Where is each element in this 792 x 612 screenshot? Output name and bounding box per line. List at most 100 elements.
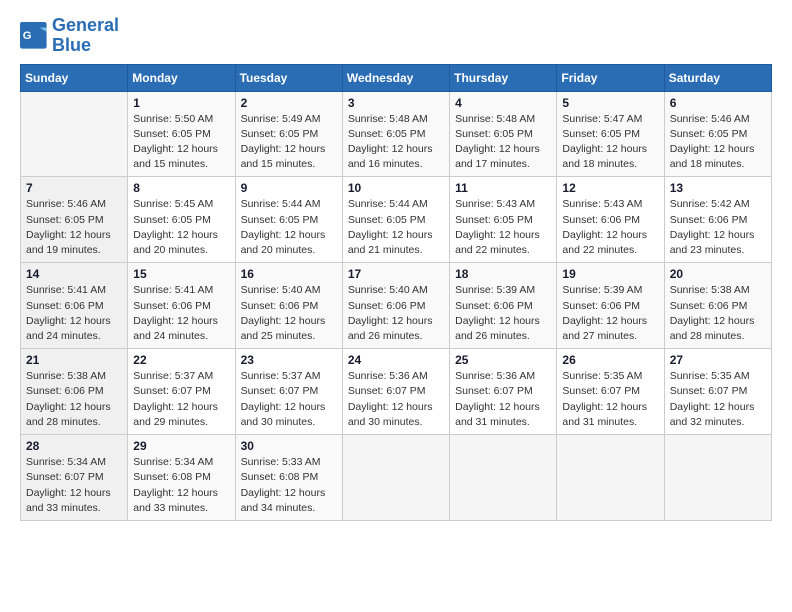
day-cell: 27 Sunrise: 5:35 AM Sunset: 6:07 PM Dayli…: [664, 349, 771, 435]
calendar-body: 1 Sunrise: 5:50 AM Sunset: 6:05 PM Daylig…: [21, 91, 772, 520]
day-cell: 19 Sunrise: 5:39 AM Sunset: 6:06 PM Dayli…: [557, 263, 664, 349]
day-detail: Sunrise: 5:43 AM Sunset: 6:05 PM Dayligh…: [455, 197, 551, 258]
day-detail: Sunrise: 5:36 AM Sunset: 6:07 PM Dayligh…: [455, 369, 551, 430]
day-cell: 14 Sunrise: 5:41 AM Sunset: 6:06 PM Dayli…: [21, 263, 128, 349]
day-detail: Sunrise: 5:36 AM Sunset: 6:07 PM Dayligh…: [348, 369, 444, 430]
day-number: 6: [670, 96, 766, 110]
day-cell: 5 Sunrise: 5:47 AM Sunset: 6:05 PM Daylig…: [557, 91, 664, 177]
week-row-2: 7Sunrise: 5:46 AM Sunset: 6:05 PM Daylig…: [21, 177, 772, 263]
day-cell: 16 Sunrise: 5:40 AM Sunset: 6:06 PM Dayli…: [235, 263, 342, 349]
header-cell-saturday: Saturday: [664, 64, 771, 91]
day-number: 16: [241, 267, 337, 281]
day-detail: Sunrise: 5:33 AM Sunset: 6:08 PM Dayligh…: [241, 455, 337, 516]
day-cell: 25Sunrise: 5:36 AM Sunset: 6:07 PM Dayli…: [450, 349, 557, 435]
day-detail: Sunrise: 5:49 AM Sunset: 6:05 PM Dayligh…: [241, 112, 337, 173]
day-cell: 9 Sunrise: 5:44 AM Sunset: 6:05 PM Daylig…: [235, 177, 342, 263]
day-detail: Sunrise: 5:41 AM Sunset: 6:06 PM Dayligh…: [26, 283, 122, 344]
day-number: 30: [241, 439, 337, 453]
day-cell: 2 Sunrise: 5:49 AM Sunset: 6:05 PM Daylig…: [235, 91, 342, 177]
logo: G General Blue: [20, 16, 119, 56]
day-detail: Sunrise: 5:39 AM Sunset: 6:06 PM Dayligh…: [455, 283, 551, 344]
day-cell: 18Sunrise: 5:39 AM Sunset: 6:06 PM Dayli…: [450, 263, 557, 349]
day-detail: Sunrise: 5:46 AM Sunset: 6:05 PM Dayligh…: [670, 112, 766, 173]
day-detail: Sunrise: 5:47 AM Sunset: 6:05 PM Dayligh…: [562, 112, 658, 173]
day-number: 23: [241, 353, 337, 367]
logo-text-line2: Blue: [52, 36, 119, 56]
day-cell: 10Sunrise: 5:44 AM Sunset: 6:05 PM Dayli…: [342, 177, 449, 263]
day-number: 9: [241, 181, 337, 195]
day-number: 24: [348, 353, 444, 367]
day-number: 1: [133, 96, 229, 110]
day-detail: Sunrise: 5:45 AM Sunset: 6:05 PM Dayligh…: [133, 197, 229, 258]
day-number: 29: [133, 439, 229, 453]
day-number: 12: [562, 181, 658, 195]
day-number: 19: [562, 267, 658, 281]
header-cell-friday: Friday: [557, 64, 664, 91]
day-number: 28: [26, 439, 122, 453]
day-detail: Sunrise: 5:40 AM Sunset: 6:06 PM Dayligh…: [241, 283, 337, 344]
header-cell-monday: Monday: [128, 64, 235, 91]
header-cell-tuesday: Tuesday: [235, 64, 342, 91]
day-cell: 13 Sunrise: 5:42 AM Sunset: 6:06 PM Dayli…: [664, 177, 771, 263]
logo-text-line1: General: [52, 16, 119, 36]
day-detail: Sunrise: 5:46 AM Sunset: 6:05 PM Dayligh…: [26, 197, 122, 258]
week-row-5: 28 Sunrise: 5:34 AM Sunset: 6:07 PM Dayli…: [21, 435, 772, 521]
day-cell: 12Sunrise: 5:43 AM Sunset: 6:06 PM Dayli…: [557, 177, 664, 263]
logo-icon: G: [20, 22, 48, 50]
calendar-header: SundayMondayTuesdayWednesdayThursdayFrid…: [21, 64, 772, 91]
day-cell: [21, 91, 128, 177]
day-cell: 30 Sunrise: 5:33 AM Sunset: 6:08 PM Dayli…: [235, 435, 342, 521]
day-cell: 20Sunrise: 5:38 AM Sunset: 6:06 PM Dayli…: [664, 263, 771, 349]
day-number: 10: [348, 181, 444, 195]
day-number: 13: [670, 181, 766, 195]
day-cell: [664, 435, 771, 521]
day-number: 8: [133, 181, 229, 195]
day-detail: Sunrise: 5:38 AM Sunset: 6:06 PM Dayligh…: [670, 283, 766, 344]
day-cell: 24 Sunrise: 5:36 AM Sunset: 6:07 PM Dayli…: [342, 349, 449, 435]
day-cell: [450, 435, 557, 521]
page-header: G General Blue: [20, 16, 772, 56]
header-row: SundayMondayTuesdayWednesdayThursdayFrid…: [21, 64, 772, 91]
day-detail: Sunrise: 5:44 AM Sunset: 6:05 PM Dayligh…: [241, 197, 337, 258]
day-cell: 15Sunrise: 5:41 AM Sunset: 6:06 PM Dayli…: [128, 263, 235, 349]
svg-text:G: G: [23, 30, 32, 42]
day-number: 4: [455, 96, 551, 110]
header-cell-sunday: Sunday: [21, 64, 128, 91]
week-row-3: 14 Sunrise: 5:41 AM Sunset: 6:06 PM Dayli…: [21, 263, 772, 349]
day-detail: Sunrise: 5:34 AM Sunset: 6:07 PM Dayligh…: [26, 455, 122, 516]
day-detail: Sunrise: 5:42 AM Sunset: 6:06 PM Dayligh…: [670, 197, 766, 258]
day-cell: 23 Sunrise: 5:37 AM Sunset: 6:07 PM Dayli…: [235, 349, 342, 435]
day-number: 17: [348, 267, 444, 281]
day-number: 27: [670, 353, 766, 367]
day-number: 3: [348, 96, 444, 110]
calendar-table: SundayMondayTuesdayWednesdayThursdayFrid…: [20, 64, 772, 521]
day-number: 14: [26, 267, 122, 281]
day-detail: Sunrise: 5:41 AM Sunset: 6:06 PM Dayligh…: [133, 283, 229, 344]
day-cell: 26 Sunrise: 5:35 AM Sunset: 6:07 PM Dayli…: [557, 349, 664, 435]
day-number: 2: [241, 96, 337, 110]
day-cell: 7Sunrise: 5:46 AM Sunset: 6:05 PM Daylig…: [21, 177, 128, 263]
day-detail: Sunrise: 5:40 AM Sunset: 6:06 PM Dayligh…: [348, 283, 444, 344]
day-cell: 11Sunrise: 5:43 AM Sunset: 6:05 PM Dayli…: [450, 177, 557, 263]
day-cell: 1 Sunrise: 5:50 AM Sunset: 6:05 PM Daylig…: [128, 91, 235, 177]
day-detail: Sunrise: 5:37 AM Sunset: 6:07 PM Dayligh…: [241, 369, 337, 430]
day-cell: 6 Sunrise: 5:46 AM Sunset: 6:05 PM Daylig…: [664, 91, 771, 177]
header-cell-thursday: Thursday: [450, 64, 557, 91]
week-row-4: 21Sunrise: 5:38 AM Sunset: 6:06 PM Dayli…: [21, 349, 772, 435]
day-detail: Sunrise: 5:50 AM Sunset: 6:05 PM Dayligh…: [133, 112, 229, 173]
day-detail: Sunrise: 5:35 AM Sunset: 6:07 PM Dayligh…: [562, 369, 658, 430]
day-cell: 29 Sunrise: 5:34 AM Sunset: 6:08 PM Dayli…: [128, 435, 235, 521]
day-detail: Sunrise: 5:34 AM Sunset: 6:08 PM Dayligh…: [133, 455, 229, 516]
day-detail: Sunrise: 5:39 AM Sunset: 6:06 PM Dayligh…: [562, 283, 658, 344]
header-cell-wednesday: Wednesday: [342, 64, 449, 91]
day-detail: Sunrise: 5:37 AM Sunset: 6:07 PM Dayligh…: [133, 369, 229, 430]
day-detail: Sunrise: 5:35 AM Sunset: 6:07 PM Dayligh…: [670, 369, 766, 430]
day-cell: 21Sunrise: 5:38 AM Sunset: 6:06 PM Dayli…: [21, 349, 128, 435]
week-row-1: 1 Sunrise: 5:50 AM Sunset: 6:05 PM Daylig…: [21, 91, 772, 177]
day-number: 26: [562, 353, 658, 367]
day-cell: 17 Sunrise: 5:40 AM Sunset: 6:06 PM Dayli…: [342, 263, 449, 349]
day-cell: 3Sunrise: 5:48 AM Sunset: 6:05 PM Daylig…: [342, 91, 449, 177]
day-number: 5: [562, 96, 658, 110]
day-cell: 8 Sunrise: 5:45 AM Sunset: 6:05 PM Daylig…: [128, 177, 235, 263]
day-number: 21: [26, 353, 122, 367]
